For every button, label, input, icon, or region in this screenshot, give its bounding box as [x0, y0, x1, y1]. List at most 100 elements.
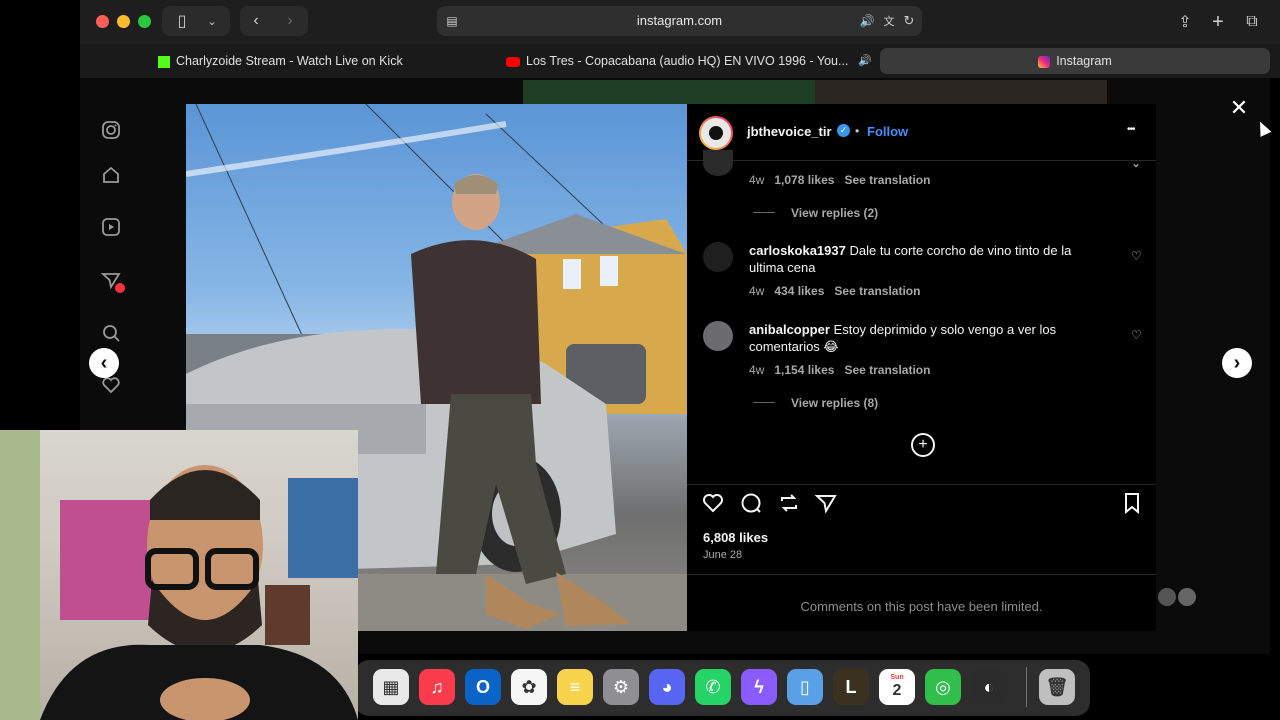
audio-playing-icon[interactable]: 🔊 — [858, 12, 876, 30]
header-divider — [687, 160, 1156, 161]
url-text[interactable]: instagram.com — [437, 6, 922, 36]
comment-avatar[interactable] — [703, 321, 733, 351]
obs-app-icon[interactable]: ◐ — [971, 669, 1007, 705]
notification-badge — [115, 283, 125, 293]
more-options-button[interactable]: ••• — [1127, 124, 1135, 135]
likes-count[interactable]: 6,808 likes — [703, 530, 768, 545]
comment-likes[interactable]: 1,078 likes — [774, 173, 834, 187]
sidebar-toggle-icon[interactable]: ▯ — [172, 11, 192, 31]
notes-app-icon[interactable]: ≡ — [557, 669, 593, 705]
previous-post-button[interactable]: ‹ — [89, 348, 119, 378]
reply-line — [753, 212, 775, 213]
comment-likes[interactable]: 1,154 likes — [774, 363, 834, 377]
instagram-logo-icon — [1038, 55, 1051, 68]
tab-overview-icon[interactable]: ⧉ — [1241, 11, 1263, 33]
sidebar-toggle-group[interactable]: ▯ ⌄ — [162, 6, 230, 36]
author-avatar-ring[interactable] — [699, 116, 733, 150]
comment-username[interactable]: anibalcopper — [749, 322, 830, 337]
back-button[interactable]: ‹ — [246, 11, 266, 31]
comments-limited-notice: Comments on this post have been limited. — [800, 599, 1043, 614]
like-comment-icon[interactable]: ♡ — [1131, 328, 1142, 342]
reload-icon[interactable]: ↻ — [900, 12, 918, 30]
dock-separator — [1026, 667, 1027, 707]
share-icon[interactable] — [814, 491, 838, 520]
trash-app-icon[interactable]: 🗑 — [1039, 669, 1075, 705]
background-avatar — [1178, 588, 1196, 606]
like-comment-icon[interactable]: ⌄ — [1131, 156, 1141, 170]
comment-avatar[interactable] — [703, 242, 733, 272]
like-post-icon[interactable] — [701, 491, 725, 520]
like-comment-icon[interactable]: ♡ — [1131, 249, 1142, 263]
close-modal-button[interactable]: ✕ — [1226, 95, 1252, 121]
comment-age: 4w — [749, 363, 765, 377]
launchpad-app-icon[interactable]: ▦ — [373, 669, 409, 705]
background-post-thumbnail — [523, 80, 815, 104]
tab-youtube[interactable]: Los Tres - Copacabana (audio HQ) EN VIVO… — [506, 48, 872, 74]
forward-button[interactable]: › — [280, 11, 300, 31]
messenger-app-icon[interactable]: ϟ — [741, 669, 777, 705]
zoom-window-button[interactable] — [138, 15, 151, 28]
view-replies-link[interactable]: View replies (2) — [791, 206, 878, 220]
minimize-window-button[interactable] — [117, 15, 130, 28]
reply-line — [753, 402, 775, 403]
actions-divider — [687, 484, 1156, 485]
comment-icon[interactable] — [739, 491, 763, 520]
translate-icon[interactable]: 文 — [880, 12, 898, 30]
calendar-month: Sun — [890, 674, 904, 681]
repost-icon[interactable] — [777, 491, 801, 520]
comment-meta: 4w 434 likes See translation — [749, 284, 920, 298]
comment-age: 4w — [749, 173, 765, 187]
reels-icon[interactable] — [98, 214, 124, 240]
tab-label: Los Tres - Copacabana (audio HQ) EN VIVO… — [526, 54, 849, 68]
photos-app-icon[interactable]: ✿ — [511, 669, 547, 705]
league-app-icon[interactable]: L — [833, 669, 869, 705]
settings-app-icon[interactable]: ⚙ — [603, 669, 639, 705]
instagram-logo-icon[interactable] — [98, 117, 124, 143]
tab-label: Charlyzoide Stream - Watch Live on Kick — [176, 54, 403, 68]
comment-body: anibalcopper Estoy deprimido y solo veng… — [749, 321, 1094, 355]
address-bar[interactable]: ▤ instagram.com 🔊 文 ↻ — [437, 6, 922, 36]
next-post-button[interactable]: › — [1222, 348, 1252, 378]
history-nav-group[interactable]: ‹ › — [240, 6, 308, 36]
outlook-app-icon[interactable]: O — [465, 669, 501, 705]
share-icon[interactable]: ⇪ — [1174, 11, 1196, 33]
see-translation-link[interactable]: See translation — [844, 363, 930, 377]
comment-likes[interactable]: 434 likes — [774, 284, 824, 298]
author-username[interactable]: jbthevoice_tir — [747, 124, 832, 139]
chevron-down-icon[interactable]: ⌄ — [202, 11, 222, 31]
comment-meta: 4w 1,078 likes See translation — [749, 173, 930, 187]
music-app-icon[interactable]: ♫ — [419, 669, 455, 705]
search-icon[interactable] — [98, 320, 124, 346]
discord-app-icon[interactable]: ◕ — [649, 669, 685, 705]
load-more-comments-icon[interactable]: + — [911, 433, 935, 457]
kick-logo-icon — [158, 55, 170, 68]
view-replies-link[interactable]: View replies (8) — [791, 396, 878, 410]
home-icon[interactable] — [98, 162, 124, 188]
webcam-overlay — [0, 430, 358, 720]
footer-divider — [687, 574, 1156, 575]
tab-audio-icon[interactable]: 🔊 — [858, 48, 872, 74]
tab-label: Instagram — [1056, 54, 1112, 68]
close-window-button[interactable] — [96, 15, 109, 28]
see-translation-link[interactable]: See translation — [834, 284, 920, 298]
new-tab-icon[interactable]: + — [1207, 11, 1229, 33]
comment-meta: 4w 1,154 likes See translation — [749, 363, 930, 377]
save-icon[interactable] — [1120, 491, 1144, 520]
follow-button[interactable]: Follow — [867, 124, 908, 139]
verified-badge-icon: ✓ — [837, 124, 850, 137]
calendar-app-icon[interactable]: Sun 2 — [879, 669, 915, 705]
tab-instagram[interactable]: Instagram — [880, 48, 1270, 74]
comment-avatar[interactable] — [703, 150, 733, 176]
background-avatar — [1158, 588, 1176, 606]
separator-dot: • — [855, 124, 860, 138]
avatar-logo-mark — [709, 126, 723, 140]
comment-age: 4w — [749, 284, 765, 298]
preview-app-icon[interactable]: ▯ — [787, 669, 823, 705]
find-my-app-icon[interactable]: ◎ — [925, 669, 961, 705]
tab-kick[interactable]: Charlyzoide Stream - Watch Live on Kick — [158, 48, 488, 74]
comment-username[interactable]: carloskoka1937 — [749, 243, 846, 258]
whatsapp-app-icon[interactable]: ✆ — [695, 669, 731, 705]
calendar-day: 2 — [892, 682, 902, 699]
see-translation-link[interactable]: See translation — [844, 173, 930, 187]
post-date: June 28 — [703, 549, 743, 561]
